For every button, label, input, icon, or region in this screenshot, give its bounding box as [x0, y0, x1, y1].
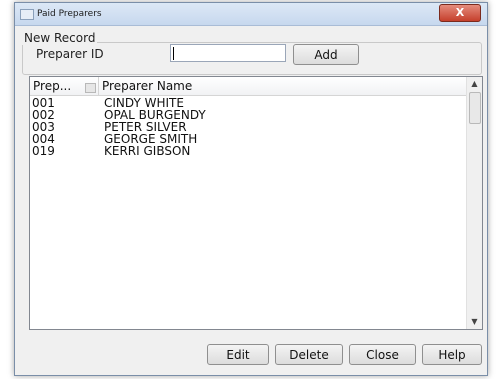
- help-button[interactable]: Help: [422, 344, 482, 365]
- column-separator[interactable]: [98, 77, 99, 95]
- table-row[interactable]: 003 PETER SILVER: [30, 120, 466, 134]
- list-header: Prep... Preparer Name: [30, 77, 466, 96]
- window-title: Paid Preparers: [37, 9, 102, 19]
- table-row[interactable]: 002 OPAL BURGENDY: [30, 108, 466, 122]
- table-row[interactable]: 004 GEORGE SMITH: [30, 132, 466, 146]
- app-icon: [20, 9, 34, 20]
- text-caret: [173, 47, 174, 60]
- preparers-list[interactable]: Prep... Preparer Name 001 CINDY WHITE 00…: [29, 76, 483, 330]
- preparer-id-label: Preparer ID: [36, 47, 104, 61]
- window-close-button[interactable]: X: [439, 4, 481, 22]
- preparer-name-cell: KERRI GIBSON: [104, 144, 191, 158]
- scroll-thumb[interactable]: [469, 92, 481, 124]
- table-row[interactable]: 019 KERRI GIBSON: [30, 144, 466, 158]
- scroll-down-arrow-icon[interactable]: ▼: [467, 315, 482, 329]
- edit-button[interactable]: Edit: [207, 344, 269, 365]
- title-bar[interactable]: Paid Preparers X: [15, 3, 487, 26]
- paid-preparers-window: Paid Preparers X New Record Preparer ID …: [14, 2, 488, 376]
- vertical-scrollbar[interactable]: ▲ ▼: [466, 77, 482, 329]
- close-button[interactable]: Close: [349, 344, 416, 365]
- new-record-legend: New Record: [22, 31, 98, 45]
- preparer-id-cell: 019: [32, 144, 55, 158]
- scroll-up-arrow-icon[interactable]: ▲: [467, 77, 482, 91]
- preparer-id-input[interactable]: [170, 44, 286, 62]
- sort-icon[interactable]: [85, 83, 96, 93]
- table-row[interactable]: 001 CINDY WHITE: [30, 96, 466, 110]
- add-button[interactable]: Add: [293, 44, 359, 65]
- delete-button[interactable]: Delete: [275, 344, 343, 365]
- column-header-preparer-name[interactable]: Preparer Name: [102, 79, 192, 93]
- column-header-prep[interactable]: Prep...: [33, 79, 71, 93]
